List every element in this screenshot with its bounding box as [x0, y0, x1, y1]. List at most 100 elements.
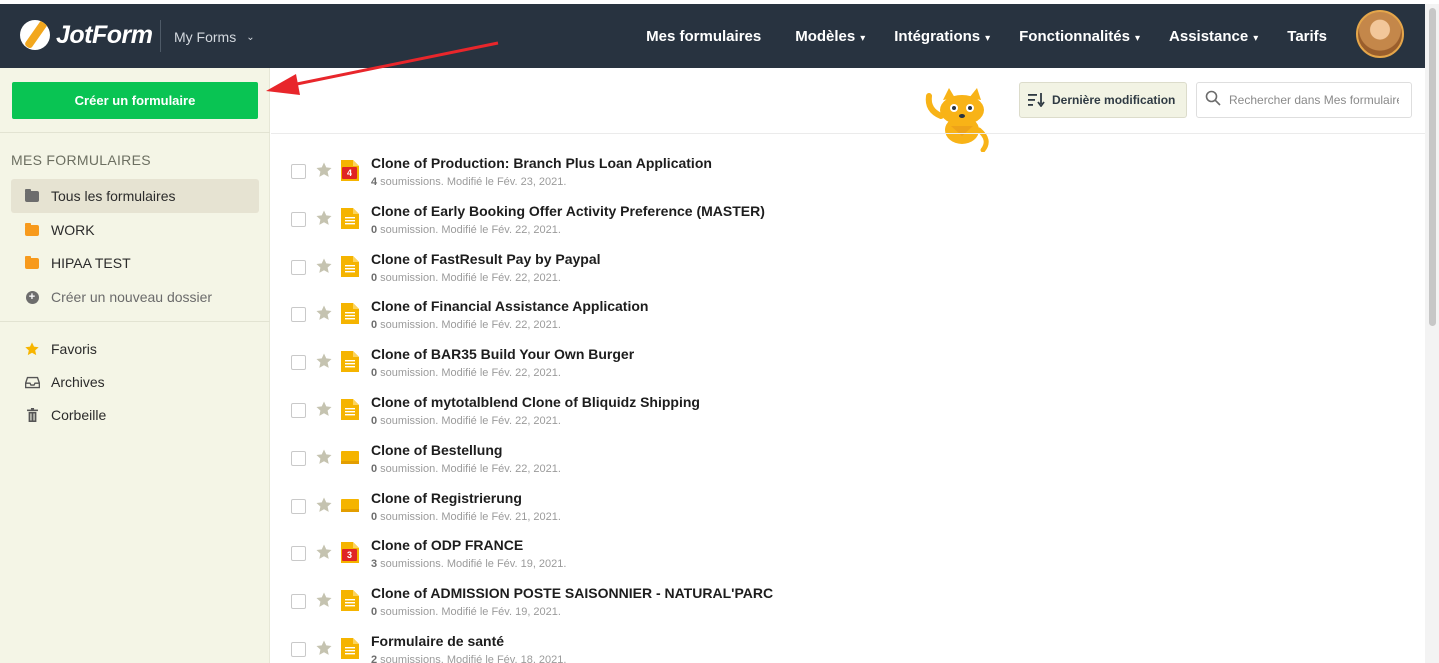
- search-icon: [1205, 90, 1221, 111]
- form-title[interactable]: Clone of BAR35 Build Your Own Burger: [371, 346, 634, 362]
- form-document-icon: [341, 398, 359, 420]
- form-select-checkbox[interactable]: [291, 594, 306, 610]
- form-row[interactable]: Clone of Bestellung 0 soumission. Modifié…: [271, 426, 1425, 475]
- sidebar-item-hipaa-test[interactable]: HIPAA TEST: [11, 246, 259, 280]
- form-row[interactable]: Clone of mytotalblend Clone of Bliquidz …: [271, 378, 1425, 427]
- form-select-checkbox[interactable]: [291, 164, 306, 179]
- form-row[interactable]: Clone of Financial Assistance Applicatio…: [271, 282, 1425, 331]
- workspace-switcher[interactable]: My Forms ⌄: [174, 29, 255, 45]
- favorite-star-icon[interactable]: [315, 496, 333, 519]
- favorite-star-icon[interactable]: [315, 304, 333, 327]
- form-row[interactable]: 4 Clone of Production: Branch Plus Loan A…: [271, 139, 1425, 188]
- nav-tarifs[interactable]: Tarifs: [1287, 28, 1332, 45]
- nav-assistance[interactable]: Assistance ▾: [1169, 28, 1258, 45]
- form-select-checkbox[interactable]: [291, 450, 306, 466]
- form-document-icon: [341, 350, 359, 373]
- sort-icon: [1028, 93, 1046, 107]
- submission-count-badge: 4: [342, 167, 357, 179]
- form-title[interactable]: Clone of ADMISSION POSTE SAISONNIER - NA…: [371, 585, 773, 601]
- form-select-checkbox[interactable]: [291, 211, 306, 227]
- caret-down-icon: ▾: [1134, 32, 1141, 44]
- form-row[interactable]: Clone of Early Booking Offer Activity Pr…: [271, 187, 1425, 236]
- folder-icon: [24, 222, 40, 236]
- form-select-checkbox[interactable]: [291, 355, 306, 371]
- form-title[interactable]: Clone of Early Booking Offer Activity Pr…: [371, 203, 765, 219]
- sidebar-item-favorites[interactable]: Favoris: [11, 332, 259, 366]
- sidebar-item-trash[interactable]: Corbeille: [11, 398, 259, 432]
- folder-icon: [24, 255, 40, 269]
- star-icon: [24, 341, 40, 357]
- search-input[interactable]: [1229, 93, 1399, 107]
- form-select-checkbox[interactable]: [291, 403, 306, 418]
- sidebar-item-new-folder[interactable]: + Créer un nouveau dossier: [11, 280, 259, 314]
- submission-count-badge: 3: [342, 549, 357, 562]
- sort-label: Dernière modification: [1052, 93, 1176, 107]
- nav-integrations[interactable]: Intégrations ▾: [894, 28, 990, 45]
- form-title[interactable]: Formulaire de santé: [371, 633, 504, 649]
- form-row[interactable]: 3 Clone of ODP FRANCE 3 soumissions. Modif…: [271, 521, 1425, 570]
- nav-fonctionnalites[interactable]: Fonctionnalités ▾: [1019, 28, 1140, 45]
- user-avatar[interactable]: [1356, 10, 1404, 58]
- form-document-icon: [341, 637, 359, 659]
- form-select-checkbox[interactable]: [291, 259, 306, 275]
- favorite-star-icon[interactable]: [315, 257, 333, 280]
- form-document-icon: [341, 494, 359, 516]
- form-title[interactable]: Clone of Bestellung: [371, 442, 502, 458]
- form-select-checkbox[interactable]: [291, 642, 306, 657]
- search-box[interactable]: [1196, 82, 1412, 118]
- trash-icon: [24, 408, 40, 422]
- form-title[interactable]: Clone of mytotalblend Clone of Bliquidz …: [371, 394, 700, 410]
- form-select-checkbox[interactable]: [291, 546, 306, 562]
- form-row[interactable]: Clone of BAR35 Build Your Own Burger 0 so…: [271, 330, 1425, 379]
- form-document-icon: [341, 255, 359, 277]
- favorite-star-icon[interactable]: [315, 639, 333, 662]
- create-form-button[interactable]: Créer un formulaire: [12, 82, 258, 119]
- sidebar: Créer un formulaire MES FORMULAIRES Tous…: [0, 68, 270, 663]
- favorite-star-icon[interactable]: [315, 591, 333, 614]
- form-document-icon: [341, 302, 359, 325]
- caret-down-icon: ▾: [985, 32, 991, 44]
- caret-down-icon: ▾: [1253, 32, 1259, 44]
- form-title[interactable]: Clone of FastResult Pay by Paypal: [371, 251, 601, 267]
- favorite-star-icon[interactable]: [315, 161, 333, 184]
- top-navigation-bar: JotForm My Forms ⌄ Mes formulaires Modèl…: [0, 4, 1425, 68]
- jotform-logo[interactable]: JotForm: [20, 20, 153, 50]
- sidebar-item-label: Favoris: [51, 341, 97, 357]
- nav-mes-formulaires[interactable]: Mes formulaires: [646, 28, 766, 45]
- scrollbar-thumb[interactable]: [1429, 8, 1436, 326]
- form-title[interactable]: Clone of Production: Branch Plus Loan Ap…: [371, 155, 712, 171]
- form-select-checkbox[interactable]: [291, 307, 306, 323]
- favorite-star-icon[interactable]: [315, 352, 333, 375]
- form-document-icon: [341, 207, 359, 229]
- sidebar-item-all-forms[interactable]: Tous les formulaires: [11, 179, 259, 213]
- sidebar-item-label: WORK: [51, 222, 95, 238]
- sort-button[interactable]: Dernière modification: [1019, 82, 1187, 118]
- jotform-logo-icon: [20, 20, 50, 50]
- sidebar-item-archives[interactable]: Archives: [11, 365, 259, 399]
- favorite-star-icon[interactable]: [315, 400, 333, 423]
- favorite-star-icon[interactable]: [315, 448, 333, 471]
- form-row[interactable]: Clone of FastResult Pay by Paypal 0 soumi…: [271, 235, 1425, 284]
- form-title[interactable]: Clone of Financial Assistance Applicatio…: [371, 298, 648, 314]
- header-divider: [160, 20, 161, 52]
- form-row[interactable]: Formulaire de santé 2 soumissions. Modifi…: [271, 617, 1425, 663]
- favorite-star-icon[interactable]: [315, 543, 333, 566]
- form-document-icon: [341, 589, 359, 612]
- form-row[interactable]: Clone of Registrierung 0 soumission. Modi…: [271, 474, 1425, 523]
- main-nav: Mes formulaires Modèles ▾ Intégrations ▾ F…: [646, 4, 1332, 68]
- sidebar-divider: [0, 321, 270, 322]
- favorite-star-icon[interactable]: [315, 209, 333, 232]
- sidebar-heading: MES FORMULAIRES: [11, 152, 151, 168]
- form-select-checkbox[interactable]: [291, 498, 306, 514]
- form-title[interactable]: Clone of ODP FRANCE: [371, 537, 523, 553]
- sidebar-item-label: Archives: [51, 374, 105, 390]
- workspace-label: My Forms: [174, 29, 237, 45]
- toolbar-divider: [271, 133, 1425, 134]
- caret-down-icon: ▾: [860, 32, 866, 44]
- form-row[interactable]: Clone of ADMISSION POSTE SAISONNIER - NA…: [271, 569, 1425, 618]
- sidebar-item-work[interactable]: WORK: [11, 213, 259, 247]
- nav-modeles[interactable]: Modèles ▾: [795, 28, 865, 45]
- form-meta: 2 soumissions. Modifié le Fév. 18, 2021.: [371, 654, 566, 663]
- inbox-icon: [24, 376, 40, 389]
- form-title[interactable]: Clone of Registrierung: [371, 490, 522, 506]
